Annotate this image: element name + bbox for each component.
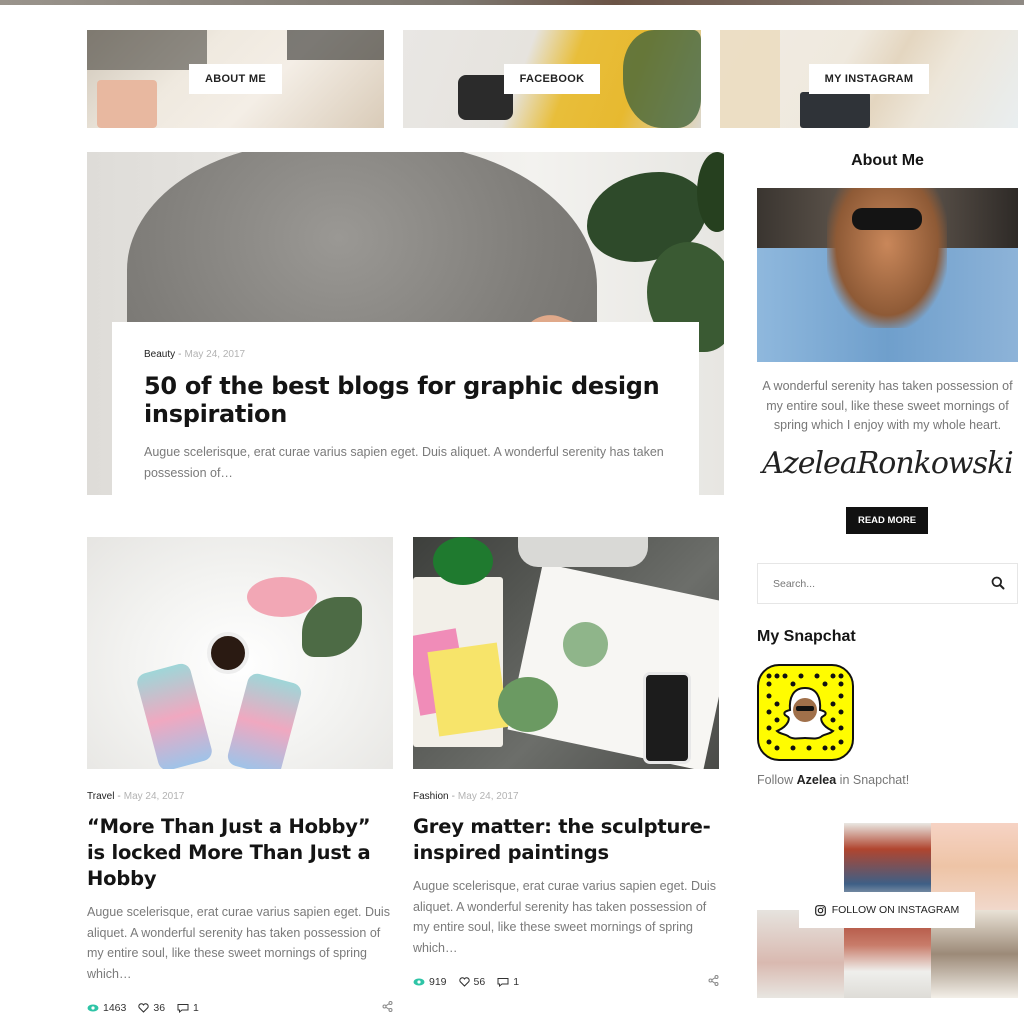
likes-stat[interactable]: 36 <box>138 1002 165 1014</box>
dice-tray-decor <box>518 537 648 567</box>
tile-decor <box>287 30 384 60</box>
search-icon[interactable] <box>991 576 1005 590</box>
snapchat-follow-text: Follow Azelea in Snapchat! <box>757 773 1018 787</box>
comments-stat[interactable]: 1 <box>497 976 519 988</box>
featured-post[interactable]: Beauty - May 24, 2017 50 of the best blogs… <box>87 152 724 495</box>
about-me-heading: About Me <box>851 152 924 169</box>
instagram-icon <box>814 904 826 916</box>
search-box <box>757 563 1018 604</box>
mitten-decor <box>134 661 215 769</box>
heart-icon[interactable] <box>138 1003 150 1013</box>
comments-count: 1 <box>513 976 520 988</box>
post-title[interactable]: “More Than Just a Hobby” is locked More … <box>87 814 393 892</box>
post-image[interactable] <box>87 537 393 769</box>
post-meta: Beauty - May 24, 2017 <box>144 349 667 360</box>
about-me-button[interactable]: ABOUT ME <box>188 64 283 94</box>
likes-stat[interactable]: 56 <box>458 976 486 988</box>
my-instagram-button[interactable]: MY INSTAGRAM <box>808 64 930 94</box>
post-meta: Travel - May 24, 2017 <box>87 791 393 802</box>
post-category[interactable]: Beauty <box>144 349 175 360</box>
featured-post-excerpt: Augue scelerisque, erat curae varius sap… <box>144 445 664 480</box>
meta-separator: - <box>451 791 455 802</box>
search-input[interactable] <box>758 564 978 603</box>
snap-follow-suffix: in Snapchat! <box>836 773 910 787</box>
about-me-text: A wonderful serenity has taken possessio… <box>762 379 1013 432</box>
tile-decor <box>720 30 780 128</box>
post-stats: 1463 36 1 <box>87 1000 393 1016</box>
flower-decor <box>247 577 317 617</box>
post-excerpt: Augue scelerisque, erat curae varius sap… <box>413 879 716 955</box>
views-count: 1463 <box>103 1002 127 1014</box>
views-stat: 1463 <box>87 1002 126 1014</box>
comments-stat[interactable]: 1 <box>177 1002 199 1014</box>
gem-decor <box>433 537 493 585</box>
post-card: Travel - May 24, 2017 “More Than Just a Ho… <box>87 537 393 1016</box>
comments-count: 1 <box>193 1002 199 1014</box>
snapchat-heading: My Snapchat <box>757 628 856 645</box>
sticky-note-decor <box>427 642 509 737</box>
post-date: May 24, 2017 <box>457 791 519 802</box>
eye-icon <box>413 978 425 986</box>
tile-about-me[interactable]: ABOUT ME <box>87 30 384 128</box>
plant-decor <box>623 30 701 128</box>
follow-on-instagram-button[interactable]: FOLLOW ON INSTAGRAM <box>799 892 975 928</box>
share-icon[interactable] <box>382 1001 393 1012</box>
tile-decor <box>97 80 157 128</box>
post-title[interactable]: Grey matter: the sculpture-inspired pain… <box>413 814 719 866</box>
post-card: Fashion - May 24, 2017 Grey matter: the sc… <box>413 537 719 990</box>
comment-icon[interactable] <box>177 1003 189 1013</box>
tile-instagram[interactable]: MY INSTAGRAM <box>720 30 1018 128</box>
likes-count: 56 <box>473 976 486 988</box>
laptop-decor <box>800 92 870 128</box>
snapchat-code[interactable] <box>757 664 854 761</box>
comment-icon[interactable] <box>497 977 509 987</box>
read-more-button[interactable]: READ MORE <box>846 507 928 534</box>
tile-facebook[interactable]: FACEBOOK <box>403 30 701 128</box>
featured-post-title[interactable]: 50 of the best blogs for graphic design … <box>144 372 667 428</box>
facebook-button[interactable]: FACEBOOK <box>503 64 601 94</box>
snap-follow-prefix: Follow <box>757 773 797 787</box>
author-signature: AzeleaRonkowski <box>762 446 1014 481</box>
post-category[interactable]: Fashion <box>413 791 449 802</box>
meta-separator: - <box>117 791 121 802</box>
follow-on-instagram-label: FOLLOW ON INSTAGRAM <box>831 904 960 916</box>
phone-decor <box>643 672 691 764</box>
mitten-decor <box>225 671 304 769</box>
share-icon[interactable] <box>708 975 719 986</box>
snapcode-dots <box>766 673 844 751</box>
post-stats: 919 56 1 <box>413 974 719 990</box>
succulent-decor <box>498 677 558 732</box>
post-date: May 24, 2017 <box>184 349 246 360</box>
about-me-photo <box>757 188 1018 362</box>
post-image[interactable] <box>413 537 719 769</box>
top-banner-strip <box>0 0 1024 5</box>
likes-count: 36 <box>153 1002 166 1014</box>
heart-icon[interactable] <box>458 977 470 987</box>
coffee-cup-decor <box>207 632 249 674</box>
post-date: May 24, 2017 <box>123 791 185 802</box>
post-meta: Fashion - May 24, 2017 <box>413 791 719 802</box>
featured-post-card: Beauty - May 24, 2017 50 of the best blogs… <box>112 322 699 495</box>
views-stat: 919 <box>413 976 447 988</box>
views-count: 919 <box>429 976 447 988</box>
post-category[interactable]: Travel <box>87 791 114 802</box>
eye-icon <box>87 1004 99 1012</box>
snapchat-username[interactable]: Azelea <box>797 773 837 787</box>
post-excerpt: Augue scelerisque, erat curae varius sap… <box>87 905 390 981</box>
sunglasses-detail <box>852 208 922 230</box>
succulent-decor <box>563 622 608 667</box>
meta-separator: - <box>178 349 182 360</box>
